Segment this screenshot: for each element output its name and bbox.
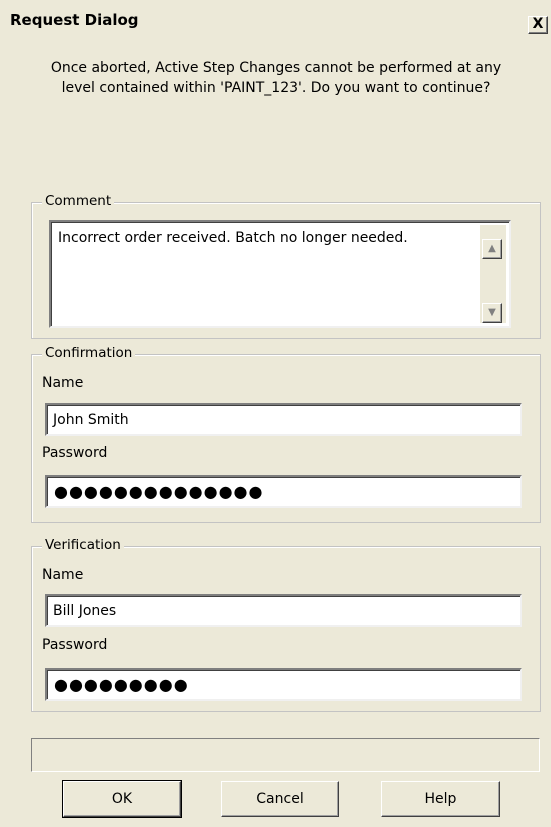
comment-textarea[interactable]: Incorrect order received. Batch no longe… <box>49 220 511 328</box>
dialog-title: Request Dialog <box>10 11 139 29</box>
confirmation-name-label: Name <box>42 375 84 391</box>
close-button[interactable]: X <box>528 16 548 34</box>
confirmation-password-label: Password <box>42 445 108 461</box>
request-dialog: Request Dialog X Once aborted, Active St… <box>0 0 551 827</box>
verification-name-value: Bill Jones <box>53 603 117 619</box>
warning-message: Once aborted, Active Step Changes cannot… <box>20 58 532 98</box>
scroll-up-icon[interactable]: ▲ <box>482 239 502 259</box>
confirmation-name-value: John Smith <box>53 412 129 428</box>
confirmation-name-input[interactable]: John Smith <box>45 403 522 436</box>
comment-legend: Comment <box>42 193 115 209</box>
verification-legend: Verification <box>42 537 124 553</box>
confirmation-password-input[interactable]: ●●●●●●●●●●●●●● <box>45 475 522 508</box>
ok-button[interactable]: OK <box>62 780 182 818</box>
cancel-button[interactable]: Cancel <box>221 781 339 817</box>
comment-text: Incorrect order received. Batch no longe… <box>58 230 408 246</box>
comment-scrollbar[interactable]: ▲ ▼ <box>480 225 506 323</box>
confirmation-group: Confirmation Name John Smith Password ●●… <box>31 345 541 523</box>
verification-password-value: ●●●●●●●●● <box>54 675 189 694</box>
scroll-down-icon[interactable]: ▼ <box>482 303 502 323</box>
verification-password-input[interactable]: ●●●●●●●●● <box>45 668 522 701</box>
verification-name-label: Name <box>42 567 84 583</box>
verification-password-label: Password <box>42 637 108 653</box>
confirmation-password-value: ●●●●●●●●●●●●●● <box>54 482 264 501</box>
verification-group: Verification Name Bill Jones Password ●●… <box>31 537 541 712</box>
message-line-1: Once aborted, Active Step Changes cannot… <box>50 60 502 76</box>
confirmation-legend: Confirmation <box>42 345 136 361</box>
verification-name-input[interactable]: Bill Jones <box>45 594 522 627</box>
comment-group: Comment Incorrect order received. Batch … <box>31 193 541 339</box>
help-button[interactable]: Help <box>381 781 500 817</box>
message-line-2: level contained within 'PAINT_123'. Do y… <box>61 80 491 96</box>
title-bar: Request Dialog X <box>0 0 551 37</box>
status-bar <box>31 738 540 772</box>
